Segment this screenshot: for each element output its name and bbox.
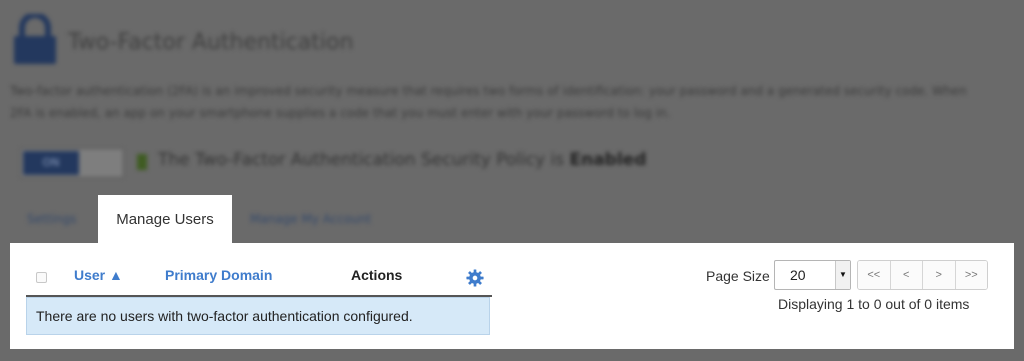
tab-settings[interactable]: Settings	[27, 212, 76, 226]
policy-status-text: The Two-Factor Authentication Security P…	[158, 150, 646, 170]
gear-icon[interactable]	[466, 269, 484, 287]
manage-users-panel: User ▲ Primary Domain Actions There are …	[10, 243, 1014, 349]
empty-table-message: There are no users with two-factor authe…	[26, 297, 490, 335]
pagination-summary: Displaying 1 to 0 out of 0 items	[778, 296, 970, 312]
policy-status: Enabled	[569, 150, 647, 170]
pagination-controls: << < > >>	[857, 260, 988, 290]
tab-manage-users[interactable]: Manage Users	[98, 195, 232, 245]
page-size-value: 20	[790, 267, 806, 283]
page-size-label: Page Size	[706, 268, 770, 284]
column-header-user[interactable]: User ▲	[74, 267, 123, 283]
column-header-primary-domain[interactable]: Primary Domain	[165, 267, 272, 283]
chevron-down-icon: ▼	[835, 261, 850, 289]
column-header-actions: Actions	[351, 267, 403, 283]
page-description: Two-factor authentication (2FA) is an im…	[10, 84, 967, 120]
status-indicator-icon	[137, 154, 147, 170]
page-size-select[interactable]: 20 ▼	[774, 260, 851, 290]
next-page-button[interactable]: >	[923, 261, 956, 289]
lock-icon	[14, 14, 56, 64]
security-policy-toggle[interactable]: ON	[20, 148, 124, 178]
toggle-on-label: ON	[23, 151, 79, 175]
select-all-checkbox[interactable]	[36, 272, 47, 283]
policy-label: The Two-Factor Authentication Security P…	[158, 150, 565, 170]
last-page-button[interactable]: >>	[955, 261, 987, 289]
tab-manage-my-account[interactable]: Manage My Account	[250, 212, 371, 226]
previous-page-button[interactable]: <	[890, 261, 923, 289]
first-page-button[interactable]: <<	[858, 261, 891, 289]
page-title: Two-Factor Authentication	[68, 30, 354, 55]
